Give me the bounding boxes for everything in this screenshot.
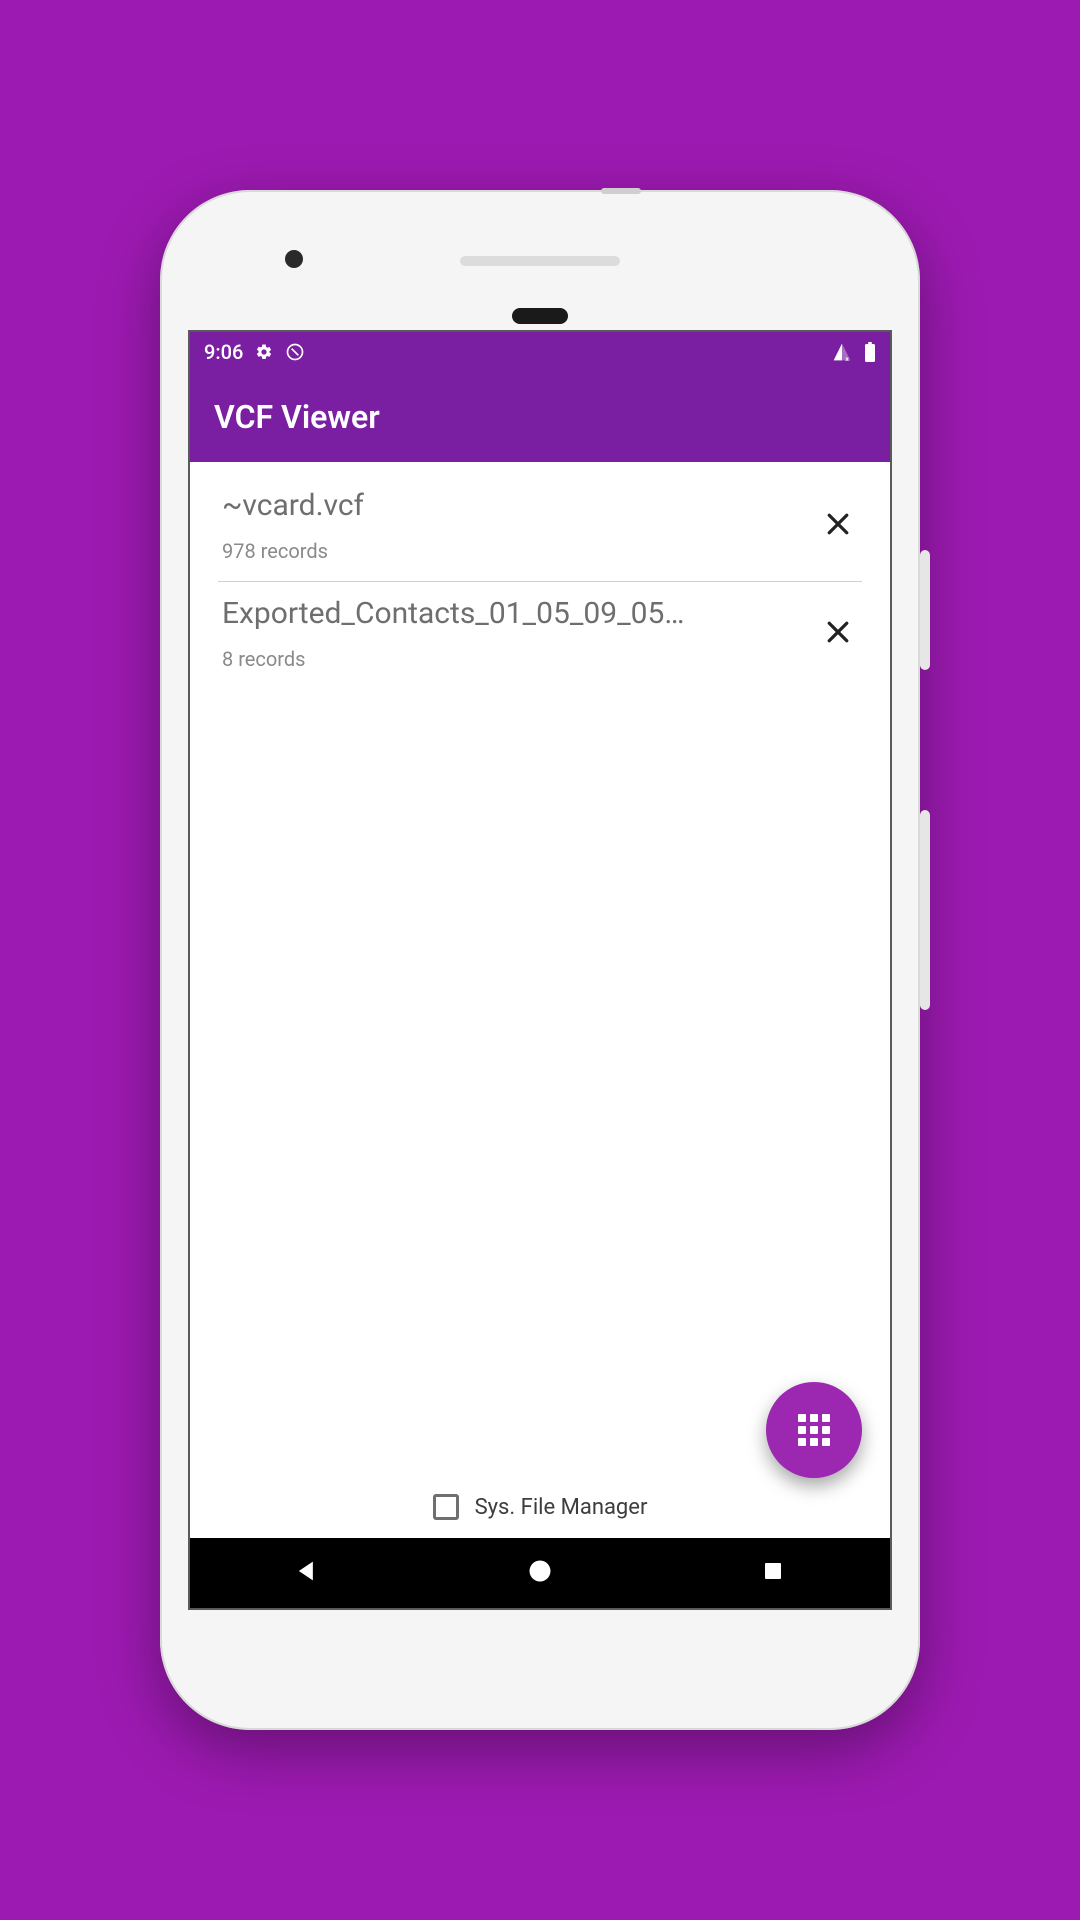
file-name: Exported_Contacts_01_05_09_05… bbox=[222, 596, 818, 631]
status-time: 9:06 bbox=[204, 340, 243, 364]
sys-file-manager-row[interactable]: Sys. File Manager bbox=[190, 1494, 890, 1520]
cell-signal-icon: x bbox=[832, 342, 852, 362]
sys-file-manager-label: Sys. File Manager bbox=[475, 1495, 648, 1520]
recents-square-icon bbox=[761, 1559, 785, 1587]
phone-camera bbox=[285, 250, 303, 268]
file-list: ~vcard.vcf 978 records Exported_Contacts… bbox=[190, 462, 890, 689]
close-icon bbox=[823, 509, 853, 543]
phone-notch-tab bbox=[601, 188, 641, 194]
status-bar: 9:06 x bbox=[190, 332, 890, 372]
file-row[interactable]: Exported_Contacts_01_05_09_05… 8 records bbox=[218, 582, 862, 689]
file-subtitle: 978 records bbox=[222, 539, 818, 563]
phone-frame: 9:06 x VCF Viewer bbox=[160, 190, 920, 1730]
close-icon bbox=[823, 617, 853, 651]
sys-file-manager-checkbox[interactable] bbox=[433, 1494, 459, 1520]
file-subtitle: 8 records bbox=[222, 647, 818, 671]
nav-back-button[interactable] bbox=[247, 1549, 367, 1597]
nav-recents-button[interactable] bbox=[713, 1549, 833, 1597]
screen: 9:06 x VCF Viewer bbox=[188, 330, 892, 1610]
app-title: VCF Viewer bbox=[214, 398, 380, 436]
remove-file-button[interactable] bbox=[818, 614, 858, 654]
back-triangle-icon bbox=[293, 1557, 321, 1589]
open-file-fab[interactable] bbox=[766, 1382, 862, 1478]
no-sync-icon bbox=[285, 342, 305, 362]
file-text: Exported_Contacts_01_05_09_05… 8 records bbox=[222, 596, 818, 671]
status-bar-left: 9:06 bbox=[204, 340, 305, 364]
status-bar-right: x bbox=[832, 342, 876, 362]
phone-speaker bbox=[460, 256, 620, 266]
content-area: ~vcard.vcf 978 records Exported_Contacts… bbox=[190, 462, 890, 1538]
file-name: ~vcard.vcf bbox=[222, 488, 818, 523]
phone-sensor bbox=[512, 308, 568, 324]
system-nav-bar bbox=[190, 1538, 890, 1608]
settings-update-icon bbox=[255, 343, 273, 361]
nav-home-button[interactable] bbox=[480, 1549, 600, 1597]
apps-grid-icon bbox=[798, 1414, 830, 1446]
file-row[interactable]: ~vcard.vcf 978 records bbox=[218, 474, 862, 582]
app-bar: VCF Viewer bbox=[190, 372, 890, 462]
file-text: ~vcard.vcf 978 records bbox=[222, 488, 818, 563]
remove-file-button[interactable] bbox=[818, 506, 858, 546]
battery-icon bbox=[864, 342, 876, 362]
home-circle-icon bbox=[526, 1557, 554, 1589]
